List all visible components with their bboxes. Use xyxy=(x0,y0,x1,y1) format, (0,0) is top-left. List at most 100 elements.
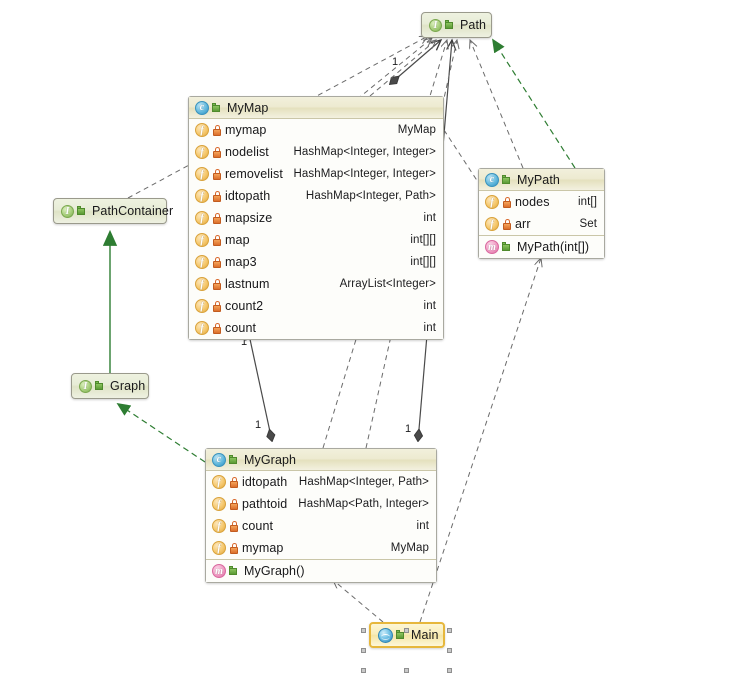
package-icon xyxy=(502,242,511,252)
edge-mymap-depends-path xyxy=(369,40,436,97)
field-icon: f xyxy=(195,321,209,335)
field-row[interactable]: f idtopath HashMap<Integer, Path> xyxy=(189,185,443,207)
field-row[interactable]: f mapsize int xyxy=(189,207,443,229)
node-graph[interactable]: I Graph xyxy=(71,373,149,399)
field-name: map xyxy=(225,233,250,247)
node-pathcontainer[interactable]: I PathContainer xyxy=(53,198,173,224)
selection-handle-ne[interactable] xyxy=(447,628,452,633)
field-row[interactable]: f pathtoid HashMap<Path, Integer> xyxy=(206,493,436,515)
field-type: HashMap<Integer, Integer> xyxy=(293,168,436,180)
field-row[interactable]: f nodes int[] xyxy=(479,191,604,213)
node-mygraph-methods: m MyGraph() xyxy=(206,559,436,582)
field-type: int[] xyxy=(577,196,597,208)
method-row[interactable]: m MyGraph() xyxy=(206,560,436,582)
multiplicity-label: 1 xyxy=(255,419,262,431)
method-row[interactable]: m MyPath(int[]) xyxy=(479,236,604,258)
field-row[interactable]: f count int xyxy=(206,515,436,537)
field-icon: f xyxy=(195,145,209,159)
field-name: mymap xyxy=(242,541,284,555)
method-name: MyGraph() xyxy=(244,564,305,578)
selection-handle-se[interactable] xyxy=(447,668,452,673)
diagram-canvas[interactable]: Path : composition with multiplicity 1 -… xyxy=(0,0,735,689)
node-mymap-fields: f mymap MyMap f nodelist HashMap<Integer… xyxy=(189,119,443,339)
field-icon: f xyxy=(195,233,209,247)
edge-mypath-implements-path xyxy=(493,40,576,169)
edge-mymap-depends-mypath xyxy=(443,129,479,183)
private-lock-icon xyxy=(503,218,511,230)
selection-handle-e[interactable] xyxy=(447,648,452,653)
field-name: count xyxy=(242,519,274,533)
field-type: Set xyxy=(579,218,597,230)
package-icon xyxy=(77,206,86,216)
field-row[interactable]: f map3 int[][] xyxy=(189,251,443,273)
private-lock-icon xyxy=(213,322,221,334)
node-mypath-header[interactable]: c MyPath xyxy=(479,169,604,191)
field-row[interactable]: f mymap MyMap xyxy=(206,537,436,559)
field-type: int[][] xyxy=(410,234,436,246)
field-name: lastnum xyxy=(225,277,270,291)
field-icon: f xyxy=(195,189,209,203)
package-icon xyxy=(445,20,454,30)
field-icon: f xyxy=(485,195,499,209)
selection-handle-n[interactable] xyxy=(404,628,409,633)
field-name: arr xyxy=(515,217,531,231)
class-icon: c xyxy=(195,100,209,115)
private-lock-icon xyxy=(230,498,238,510)
field-name: mymap xyxy=(225,123,267,137)
node-mymap-header[interactable]: c MyMap xyxy=(189,97,443,119)
field-type: HashMap<Path, Integer> xyxy=(298,498,429,510)
field-row[interactable]: f lastnum ArrayList<Integer> xyxy=(189,273,443,295)
selection-handle-s[interactable] xyxy=(404,668,409,673)
field-name: count xyxy=(225,321,257,335)
edge-main-depends-mygraph xyxy=(333,580,384,623)
node-main-label: Main xyxy=(411,628,439,642)
node-mygraph[interactable]: c MyGraph f idtopath HashMap<Integer, Pa… xyxy=(205,448,437,583)
field-type: int xyxy=(416,520,429,532)
field-icon: f xyxy=(212,497,226,511)
main-class-icon xyxy=(378,627,393,643)
private-lock-icon xyxy=(213,234,221,246)
node-pathcontainer-label: PathContainer xyxy=(92,204,174,218)
selection-handle-nw[interactable] xyxy=(361,628,366,633)
field-icon: f xyxy=(195,277,209,291)
field-type: int xyxy=(423,322,436,334)
field-type: HashMap<Integer, Path> xyxy=(298,476,429,488)
field-type: HashMap<Integer, Integer> xyxy=(293,146,436,158)
field-row[interactable]: f count2 int xyxy=(189,295,443,317)
edge-mygraph-implements-graph xyxy=(118,404,206,463)
node-mypath[interactable]: c MyPath f nodes int[] f arr Set m MyPat… xyxy=(478,168,605,259)
private-lock-icon xyxy=(213,212,221,224)
field-icon: f xyxy=(195,299,209,313)
field-row[interactable]: f count int xyxy=(189,317,443,339)
node-mygraph-label: MyGraph xyxy=(244,452,297,467)
node-mymap-label: MyMap xyxy=(227,100,269,115)
node-path[interactable]: I Path xyxy=(421,12,492,38)
interface-icon: I xyxy=(79,379,92,393)
field-row[interactable]: f mymap MyMap xyxy=(189,119,443,141)
private-lock-icon xyxy=(213,278,221,290)
field-row[interactable]: f map int[][] xyxy=(189,229,443,251)
field-name: mapsize xyxy=(225,211,273,225)
node-path-label: Path xyxy=(460,18,487,32)
private-lock-icon xyxy=(503,196,511,208)
node-mygraph-fields: f idtopath HashMap<Integer, Path> f path… xyxy=(206,471,436,559)
class-icon: c xyxy=(212,452,226,467)
field-row[interactable]: f idtopath HashMap<Integer, Path> xyxy=(206,471,436,493)
package-icon xyxy=(212,102,221,113)
field-row[interactable]: f nodelist HashMap<Integer, Integer> xyxy=(189,141,443,163)
node-main[interactable]: Main xyxy=(369,622,445,648)
node-mymap[interactable]: c MyMap f mymap MyMap f nodelist HashMap… xyxy=(188,96,444,340)
node-mypath-label: MyPath xyxy=(517,172,560,187)
package-icon xyxy=(229,566,238,576)
private-lock-icon xyxy=(213,146,221,158)
selection-handle-sw[interactable] xyxy=(361,668,366,673)
method-icon: m xyxy=(212,564,226,578)
field-icon: f xyxy=(212,541,226,555)
field-row[interactable]: f removelist HashMap<Integer, Integer> xyxy=(189,163,443,185)
field-icon: f xyxy=(212,519,226,533)
field-row[interactable]: f arr Set xyxy=(479,213,604,235)
field-type: MyMap xyxy=(397,124,436,136)
selection-handle-w[interactable] xyxy=(361,648,366,653)
node-mygraph-header[interactable]: c MyGraph xyxy=(206,449,436,471)
field-name: idtopath xyxy=(225,189,271,203)
